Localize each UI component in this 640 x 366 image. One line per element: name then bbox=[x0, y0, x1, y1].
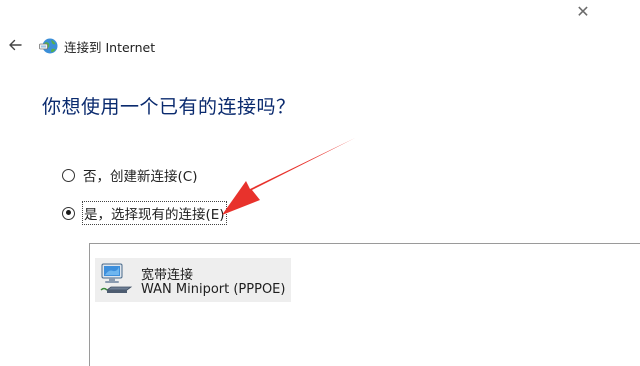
title-bar: 连接到 Internet bbox=[0, 32, 640, 60]
option-use-existing-connection[interactable]: 是，选择现有的连接(E) bbox=[62, 201, 227, 225]
close-button[interactable]: ✕ bbox=[560, 0, 606, 22]
radio-button-checked[interactable] bbox=[62, 206, 75, 220]
option-label: 否，创建新连接(C) bbox=[83, 169, 198, 185]
connection-list: 宽带连接 WAN Miniport (PPPOE) bbox=[89, 243, 640, 366]
globe-network-icon bbox=[39, 38, 58, 54]
radio-button-unchecked[interactable] bbox=[62, 168, 75, 182]
connection-name: 宽带连接 bbox=[141, 268, 194, 283]
network-connection-icon bbox=[100, 263, 133, 293]
window-title: 连接到 Internet bbox=[64, 40, 156, 55]
option-create-new-connection[interactable]: 否，创建新连接(C) bbox=[62, 164, 198, 186]
connection-device: WAN Miniport (PPPOE) bbox=[141, 282, 286, 297]
list-item[interactable]: 宽带连接 WAN Miniport (PPPOE) bbox=[95, 258, 291, 302]
page-heading: 你想使用一个已有的连接吗？ bbox=[42, 96, 296, 118]
option-label: 是，选择现有的连接(E) bbox=[82, 201, 227, 225]
back-button[interactable] bbox=[4, 34, 26, 56]
arrow-left-icon bbox=[9, 39, 22, 51]
close-icon: ✕ bbox=[576, 1, 590, 21]
